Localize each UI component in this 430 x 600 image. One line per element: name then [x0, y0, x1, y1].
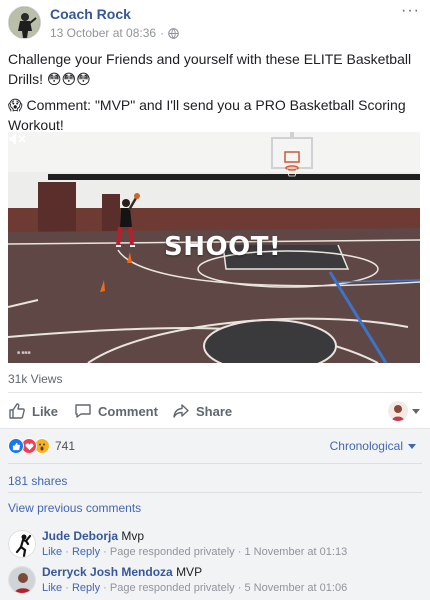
comment-reply-link[interactable]: Reply [72, 546, 100, 558]
comment-text-row: Jude Deborja Mvp [42, 529, 144, 543]
muted-speaker-icon[interactable] [8, 132, 26, 146]
like-button[interactable]: Like [8, 397, 58, 425]
post-meta: 13 October at 08:36 · [50, 26, 179, 40]
divider [8, 392, 422, 393]
reaction-summary[interactable]: 741 [8, 437, 75, 455]
meta-separator: · [160, 26, 165, 40]
author-avatar[interactable] [8, 6, 41, 39]
post-text-line-1: Challenge your Friends and yourself with… [8, 51, 412, 87]
comment-like-link[interactable]: Like [42, 546, 62, 558]
viewer-avatar [388, 401, 408, 421]
comment-text-row: Derryck Josh Mendoza MVP [42, 565, 202, 579]
more-options-icon[interactable]: ··· [401, 2, 420, 20]
comment-timestamp[interactable]: 5 November at 01:06 [244, 582, 347, 594]
post-as-selector[interactable] [388, 401, 420, 421]
chevron-down-icon [408, 443, 416, 449]
commenter-avatar[interactable] [8, 566, 36, 594]
globe-icon [168, 27, 179, 39]
comment-meta: Like · Reply · Page responded privately … [42, 546, 347, 558]
chevron-down-icon [412, 408, 420, 414]
like-label: Like [32, 403, 59, 419]
meta-separator: · [237, 546, 242, 558]
comment-button[interactable]: Comment [74, 397, 158, 425]
action-bar: Like Comment Share [0, 397, 430, 425]
author-name[interactable]: Coach Rock [50, 6, 131, 22]
share-button[interactable]: Share [172, 397, 232, 425]
comment-sort-dropdown[interactable]: Chronological [330, 439, 416, 453]
meta-separator: · [65, 546, 69, 558]
responded-privately-label: Page responded privately [109, 546, 235, 558]
comment-body: MVP [176, 565, 203, 579]
comment-like-link[interactable]: Like [42, 582, 62, 594]
video-watermark: ■ ■■■ [17, 350, 31, 356]
share-count[interactable]: 181 shares [8, 474, 67, 488]
meta-separator: · [237, 582, 242, 594]
post-body: Challenge your Friends and yourself with… [8, 49, 423, 139]
comment-sort-label: Chronological [329, 439, 403, 453]
commenter-name[interactable]: Derryck Josh Mendoza [42, 565, 173, 579]
meta-separator: · [65, 582, 69, 594]
responded-privately-label: Page responded privately [109, 582, 235, 594]
share-arrow-icon [173, 404, 189, 418]
view-count: 31k Views [8, 372, 63, 386]
post-text-line-2: 😱 Comment: "MVP" and I'll send you a PRO… [8, 97, 406, 133]
feedback-section: 741 Chronological 181 shares View previo… [0, 428, 430, 600]
comment-body: Mvp [121, 529, 145, 543]
view-previous-comments-link[interactable]: View previous comments [8, 501, 141, 515]
comment-meta: Like · Reply · Page responded privately … [42, 582, 347, 594]
post-timestamp[interactable]: 13 October at 08:36 [50, 26, 156, 40]
comment-reply-link[interactable]: Reply [72, 582, 100, 594]
comment-timestamp[interactable]: 1 November at 01:13 [244, 546, 347, 558]
divider [8, 463, 422, 464]
thumbs-up-icon [9, 403, 25, 419]
comment-item: Derryck Josh Mendoza MVP Like · Reply · … [8, 565, 422, 599]
speech-bubble-icon [75, 404, 91, 418]
reaction-count: 741 [55, 439, 76, 453]
meta-separator: · [103, 546, 107, 558]
commenter-avatar[interactable] [8, 530, 36, 558]
divider [8, 492, 422, 493]
share-label: Share [196, 403, 233, 419]
commenter-name[interactable]: Jude Deborja [42, 529, 118, 543]
video-player[interactable]: SHOOT! ■ ■■■ [8, 132, 420, 363]
video-overlay-text: SHOOT! [164, 232, 282, 262]
meta-separator: · [103, 582, 107, 594]
post-header: Coach Rock 13 October at 08:36 · ··· [0, 0, 430, 44]
comment-label: Comment [98, 403, 158, 419]
like-reaction-icon [8, 438, 24, 454]
comment-item: Jude Deborja Mvp Like · Reply · Page res… [8, 529, 422, 563]
